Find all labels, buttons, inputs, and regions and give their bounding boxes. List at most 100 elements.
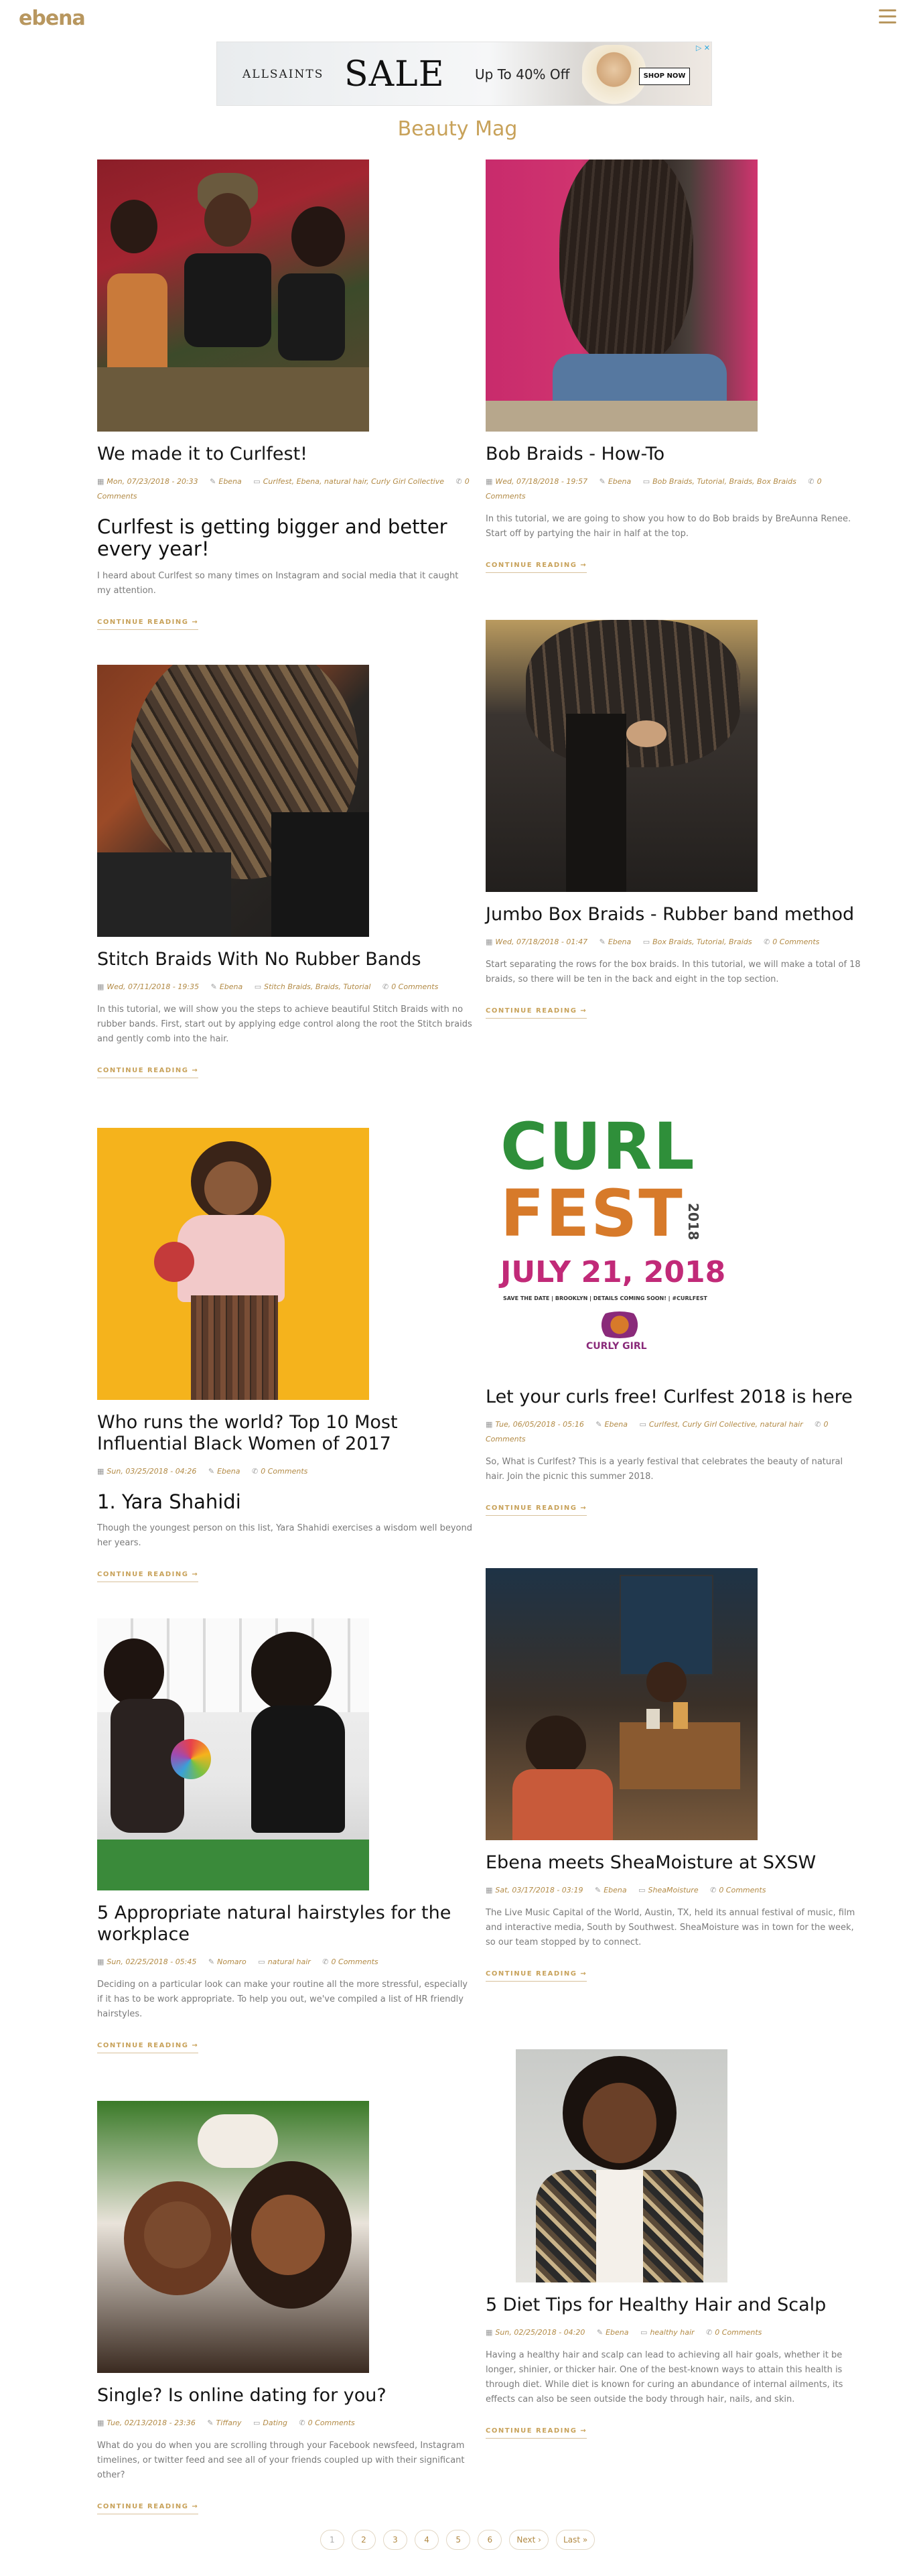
pencil-icon: ✎ — [208, 1466, 215, 1476]
page-link-5[interactable]: 5 — [446, 2530, 471, 2550]
post-image[interactable] — [486, 1568, 758, 1840]
post-date: Sat, 03/17/2018 - 03:19 — [495, 1885, 583, 1894]
next-page-link[interactable]: Next › — [509, 2530, 549, 2550]
continue-reading-link[interactable]: CONTINUE READING → — [97, 619, 199, 630]
post-author[interactable]: Ebena — [605, 1420, 628, 1429]
post-categories[interactable]: Curlfest, Curly Girl Collective, natural… — [649, 1420, 803, 1429]
post-comments[interactable]: 0 Comments — [261, 1467, 307, 1476]
folder-icon: ▭ — [638, 1885, 646, 1894]
post-image[interactable] — [97, 1618, 369, 1890]
post-author[interactable]: Tiffany — [216, 2419, 242, 2427]
post-title[interactable]: 5 Diet Tips for Healthy Hair and Scalp — [486, 2295, 861, 2316]
post-image[interactable]: CURL FEST 2018 JULY 21, 2018 SAVE THE DA… — [486, 1102, 758, 1374]
post-excerpt: In this tutorial, we are going to show y… — [486, 513, 851, 539]
post-categories[interactable]: Dating — [263, 2419, 287, 2427]
post-author[interactable]: Ebena — [217, 1467, 240, 1476]
post-card: Ebena meets SheaMoisture at SXSW ▦ Sat, 0… — [486, 1568, 861, 1982]
pencil-icon: ✎ — [599, 937, 606, 946]
continue-reading-link[interactable]: CONTINUE READING → — [97, 1571, 199, 1583]
calendar-icon: ▦ — [486, 2327, 493, 2337]
post-date: Sun, 02/25/2018 - 05:45 — [107, 1957, 197, 1966]
post-author[interactable]: Nomaro — [217, 1957, 247, 1966]
post-categories[interactable]: Box Braids, Tutorial, Braids — [652, 938, 752, 946]
post-title[interactable]: Single? Is online dating for you? — [97, 2385, 472, 2406]
post-title[interactable]: Bob Braids - How-To — [486, 444, 861, 465]
post-title[interactable]: We made it to Curlfest! — [97, 444, 472, 465]
ad-shop-button[interactable]: SHOP NOW — [639, 68, 690, 85]
continue-reading-link[interactable]: CONTINUE READING → — [486, 562, 587, 573]
post-comments[interactable]: 0 Comments — [719, 1886, 766, 1894]
last-page-link[interactable]: Last » — [556, 2530, 595, 2550]
calendar-icon: ▦ — [486, 476, 493, 486]
continue-reading-link[interactable]: CONTINUE READING → — [486, 1504, 587, 1516]
calendar-icon: ▦ — [97, 476, 104, 486]
continue-reading-link[interactable]: CONTINUE READING → — [97, 1067, 199, 1078]
calendar-icon: ▦ — [486, 1885, 493, 1894]
post-meta: ▦ Wed, 07/11/2018 - 19:35 ✎ Ebena ▭ Stitch … — [97, 980, 472, 994]
adchoices-icon[interactable]: ▷ ✕ — [696, 44, 710, 52]
post-image[interactable] — [97, 665, 369, 937]
post-categories[interactable]: SheaMoisture — [648, 1886, 699, 1894]
post-image[interactable] — [486, 159, 758, 432]
post-image[interactable] — [516, 2049, 727, 2282]
post-author[interactable]: Ebena — [606, 2328, 628, 2337]
curlfest-tagline: SAVE THE DATE | BROOKLYN | DETAILS COMIN… — [503, 1295, 707, 1301]
post-date: Wed, 07/18/2018 - 19:57 — [495, 476, 588, 486]
continue-reading-link[interactable]: CONTINUE READING → — [97, 2503, 199, 2514]
post-categories[interactable]: natural hair — [268, 1957, 311, 1966]
hamburger-menu-icon[interactable] — [879, 9, 896, 25]
pencil-icon: ✎ — [208, 1957, 215, 1966]
post-image[interactable] — [97, 159, 369, 432]
post-meta: ▦ Sun, 02/25/2018 - 04:20 ✎ Ebena ▭ healthy… — [486, 2325, 861, 2340]
continue-reading-link[interactable]: CONTINUE READING → — [486, 1970, 587, 1982]
page-link-4[interactable]: 4 — [415, 2530, 439, 2550]
continue-reading-link[interactable]: CONTINUE READING → — [486, 2427, 587, 2439]
post-image[interactable] — [97, 1128, 369, 1400]
post-comments[interactable]: 0 Comments — [391, 982, 438, 991]
post-categories[interactable]: Curlfest, Ebena, natural hair, Curly Gir… — [263, 477, 444, 486]
post-title[interactable]: 5 Appropriate natural hairstyles for the… — [97, 1903, 472, 1945]
pagination: 1 2 3 4 5 6 Next › Last » — [0, 2530, 915, 2550]
ad-model-image — [582, 45, 646, 105]
post-title[interactable]: Stitch Braids With No Rubber Bands — [97, 949, 472, 970]
curly-girl-logo-image — [593, 1311, 646, 1338]
ad-banner[interactable]: ALLSAINTS SALE Up To 40% Off SHOP NOW ▷ … — [216, 42, 712, 106]
post-title[interactable]: Ebena meets SheaMoisture at SXSW — [486, 1852, 861, 1874]
page-link-6[interactable]: 6 — [478, 2530, 502, 2550]
folder-icon: ▭ — [253, 476, 261, 486]
post-excerpt: So, What is Curlfest? This is a yearly f… — [486, 1456, 843, 1482]
post-comments[interactable]: 0 Comments — [332, 1957, 378, 1966]
post-author[interactable]: Ebena — [220, 982, 242, 991]
post-author[interactable]: Ebena — [608, 477, 631, 486]
continue-reading-link[interactable]: CONTINUE READING → — [486, 1007, 587, 1019]
post-image[interactable] — [486, 620, 758, 892]
post-card: 5 Diet Tips for Healthy Hair and Scalp ▦… — [486, 2049, 861, 2439]
post-meta: ▦ Mon, 07/23/2018 - 20:33 ✎ Ebena ▭ Curlfes… — [97, 474, 472, 504]
post-comments[interactable]: 0 Comments — [308, 2419, 355, 2427]
post-author[interactable]: Ebena — [608, 938, 631, 946]
post-title[interactable]: Jumbo Box Braids - Rubber band method — [486, 904, 861, 925]
post-image[interactable] — [97, 2101, 369, 2373]
pencil-icon: ✎ — [207, 2418, 214, 2427]
page-link-2[interactable]: 2 — [351, 2530, 376, 2550]
post-author[interactable]: Ebena — [604, 1886, 626, 1894]
page-link-1[interactable]: 1 — [320, 2530, 344, 2550]
calendar-icon: ▦ — [97, 2418, 104, 2427]
post-author[interactable]: Ebena — [218, 477, 241, 486]
post-title[interactable]: Let your curls free! Curlfest 2018 is he… — [486, 1387, 861, 1408]
ad-brand: ALLSAINTS — [242, 68, 324, 81]
pencil-icon: ✎ — [210, 476, 216, 486]
post-comments[interactable]: 0 Comments — [715, 2328, 762, 2337]
continue-reading-link[interactable]: CONTINUE READING → — [97, 2042, 199, 2053]
post-excerpt: Though the youngest person on this list,… — [97, 1523, 472, 1549]
post-categories[interactable]: healthy hair — [650, 2328, 694, 2337]
post-categories[interactable]: Bob Braids, Tutorial, Braids, Box Braids — [652, 477, 796, 486]
curlfest-sponsor: CURLY GIRL — [586, 1341, 647, 1352]
comment-icon: ✆ — [299, 2418, 305, 2427]
post-meta: ▦ Wed, 07/18/2018 - 01:47 ✎ Ebena ▭ Box Bra… — [486, 935, 861, 950]
post-categories[interactable]: Stitch Braids, Braids, Tutorial — [264, 982, 370, 991]
site-logo[interactable]: ebena — [19, 7, 86, 30]
page-link-3[interactable]: 3 — [382, 2530, 407, 2550]
post-comments[interactable]: 0 Comments — [772, 938, 819, 946]
post-title[interactable]: Who runs the world? Top 10 Most Influent… — [97, 1412, 472, 1455]
